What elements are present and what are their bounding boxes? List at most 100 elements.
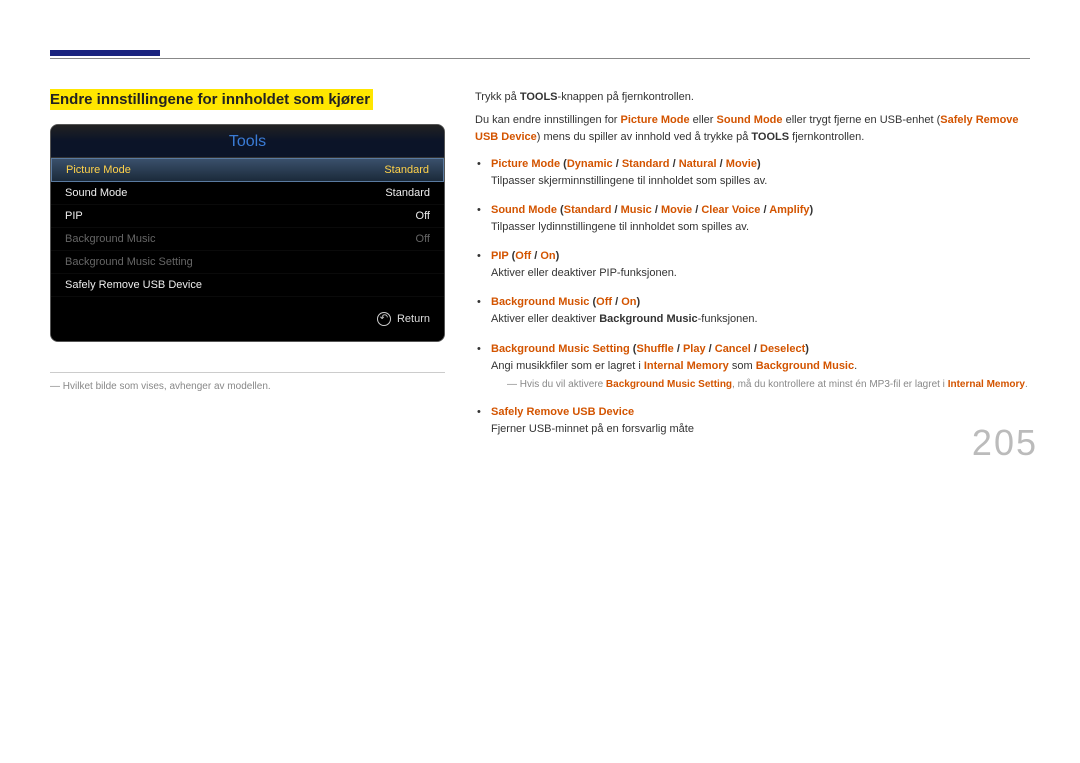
opt-background-music: Background Music (Off / On) Aktiver elle…: [475, 294, 1030, 328]
tool-row-pip[interactable]: PIP Off: [51, 205, 444, 228]
kw-sound-mode: Sound Mode: [717, 114, 783, 126]
sep: /: [670, 158, 679, 170]
sep: /: [760, 204, 769, 216]
opt-picture-mode: Picture Mode (Dynamic / Standard / Natur…: [475, 156, 1030, 190]
opt-val: Natural: [679, 158, 717, 170]
opt-desc: Tilpasser skjerminnstillingene til innho…: [491, 173, 1030, 190]
opt-val: Music: [621, 204, 652, 216]
kw-internal-memory: Internal Memory: [644, 360, 729, 372]
return-label[interactable]: Return: [397, 313, 430, 325]
opt-val: On: [540, 250, 555, 262]
opt-val: Movie: [661, 204, 692, 216]
opt-desc: Tilpasser lydinnstillingene til innholde…: [491, 219, 1030, 236]
section-title: Endre innstillingene for innholdet som k…: [50, 89, 373, 110]
sep: /: [717, 158, 726, 170]
tool-row-value: Standard: [385, 187, 430, 199]
paren: ): [556, 250, 560, 262]
paren: ): [805, 343, 809, 355]
opt-val: Off: [596, 296, 612, 308]
tools-footer: ↶ Return: [51, 297, 444, 341]
opt-val: Play: [683, 343, 706, 355]
kw-background-music: Background Music: [756, 360, 854, 372]
opt-val: Clear Voice: [701, 204, 760, 216]
opt-label: Background Music Setting: [491, 343, 630, 355]
opt-val: Shuffle: [636, 343, 673, 355]
tools-panel-title: Tools: [51, 125, 444, 158]
bold-tools: TOOLS: [520, 91, 558, 103]
text: Du kan endre innstillingen for: [475, 114, 621, 126]
opt-val: Standard: [622, 158, 670, 170]
kw: Internal Memory: [948, 379, 1025, 390]
opt-label: Safely Remove USB Device: [491, 406, 634, 418]
sep: /: [613, 158, 622, 170]
paren: ): [757, 158, 761, 170]
sep: /: [674, 343, 683, 355]
sep: /: [611, 204, 620, 216]
tool-row-label: Background Music Setting: [65, 256, 193, 268]
opt-val: Amplify: [769, 204, 809, 216]
opt-label: Sound Mode: [491, 204, 557, 216]
paren: ): [636, 296, 640, 308]
opt-note: Hvis du vil aktivere Background Music Se…: [491, 377, 1030, 393]
paren: ): [810, 204, 814, 216]
return-icon: ↶: [377, 312, 391, 326]
kw-picture-mode: Picture Mode: [621, 114, 690, 126]
tool-row-label: PIP: [65, 210, 83, 222]
tool-row-value: Off: [416, 210, 430, 222]
opt-sound-mode: Sound Mode (Standard / Music / Movie / C…: [475, 202, 1030, 236]
sep: /: [531, 250, 540, 262]
tools-panel: Tools Picture Mode Standard Sound Mode S…: [50, 124, 445, 342]
tool-row-background-music[interactable]: Background Music Off: [51, 228, 444, 251]
opt-pip: PIP (Off / On) Aktiver eller deaktiver P…: [475, 248, 1030, 282]
text: -knappen på fjernkontrollen.: [558, 91, 694, 103]
opt-desc: Aktiver eller deaktiver Background Music…: [491, 311, 1030, 328]
text: som: [729, 360, 756, 372]
text: Aktiver eller deaktiver: [491, 313, 599, 325]
bold-tools: TOOLS: [751, 131, 789, 143]
text: ) mens du spiller av innhold ved å trykk…: [537, 131, 752, 143]
intro-line-2: Du kan endre innstillingen for Picture M…: [475, 112, 1030, 146]
intro-line-1: Trykk på TOOLS-knappen på fjernkontrolle…: [475, 89, 1030, 106]
text: Hvis du vil aktivere: [520, 379, 606, 390]
text: Trykk på: [475, 91, 520, 103]
text: eller trygt fjerne en USB-enhet (: [783, 114, 941, 126]
opt-desc: Aktiver eller deaktiver PIP-funksjonen.: [491, 265, 1030, 282]
tool-row-label: Picture Mode: [66, 164, 131, 176]
left-column: Endre innstillingene for innholdet som k…: [50, 89, 445, 450]
tool-row-safely-remove-usb[interactable]: Safely Remove USB Device: [51, 274, 444, 297]
header-rule: [50, 58, 1030, 59]
sep: /: [652, 204, 661, 216]
tool-row-label: Sound Mode: [65, 187, 127, 199]
tool-row-value: Off: [416, 233, 430, 245]
text: -funksjonen.: [698, 313, 758, 325]
text: eller: [690, 114, 717, 126]
header-accent-bar: [50, 50, 160, 56]
tool-row-sound-mode[interactable]: Sound Mode Standard: [51, 182, 444, 205]
opt-label: Picture Mode: [491, 158, 560, 170]
page-number: 205: [972, 422, 1038, 464]
opt-val: Standard: [564, 204, 612, 216]
bold: Background Music: [599, 313, 697, 325]
text: .: [854, 360, 857, 372]
tool-row-picture-mode[interactable]: Picture Mode Standard: [51, 158, 444, 182]
text: , må du kontrollere at minst én MP3-fil …: [732, 379, 948, 390]
kw: Background Music Setting: [606, 379, 732, 390]
opt-desc: Angi musikkfiler som er lagret i Interna…: [491, 358, 1030, 375]
sep: /: [612, 296, 621, 308]
text: .: [1025, 379, 1028, 390]
opt-val: Cancel: [715, 343, 751, 355]
tool-row-value: Standard: [384, 164, 429, 176]
tool-row-background-music-setting[interactable]: Background Music Setting: [51, 251, 444, 274]
opt-desc: Fjerner USB-minnet på en forsvarlig måte: [491, 421, 1030, 438]
options-list: Picture Mode (Dynamic / Standard / Natur…: [475, 156, 1030, 438]
opt-val: On: [621, 296, 636, 308]
opt-label: Background Music: [491, 296, 589, 308]
opt-safely-remove-usb: Safely Remove USB Device Fjerner USB-min…: [475, 404, 1030, 438]
sep: /: [706, 343, 715, 355]
opt-label: PIP: [491, 250, 509, 262]
text: Angi musikkfiler som er lagret i: [491, 360, 644, 372]
sep: /: [751, 343, 760, 355]
sep: /: [692, 204, 701, 216]
text: fjernkontrollen.: [789, 131, 864, 143]
opt-val: Off: [515, 250, 531, 262]
